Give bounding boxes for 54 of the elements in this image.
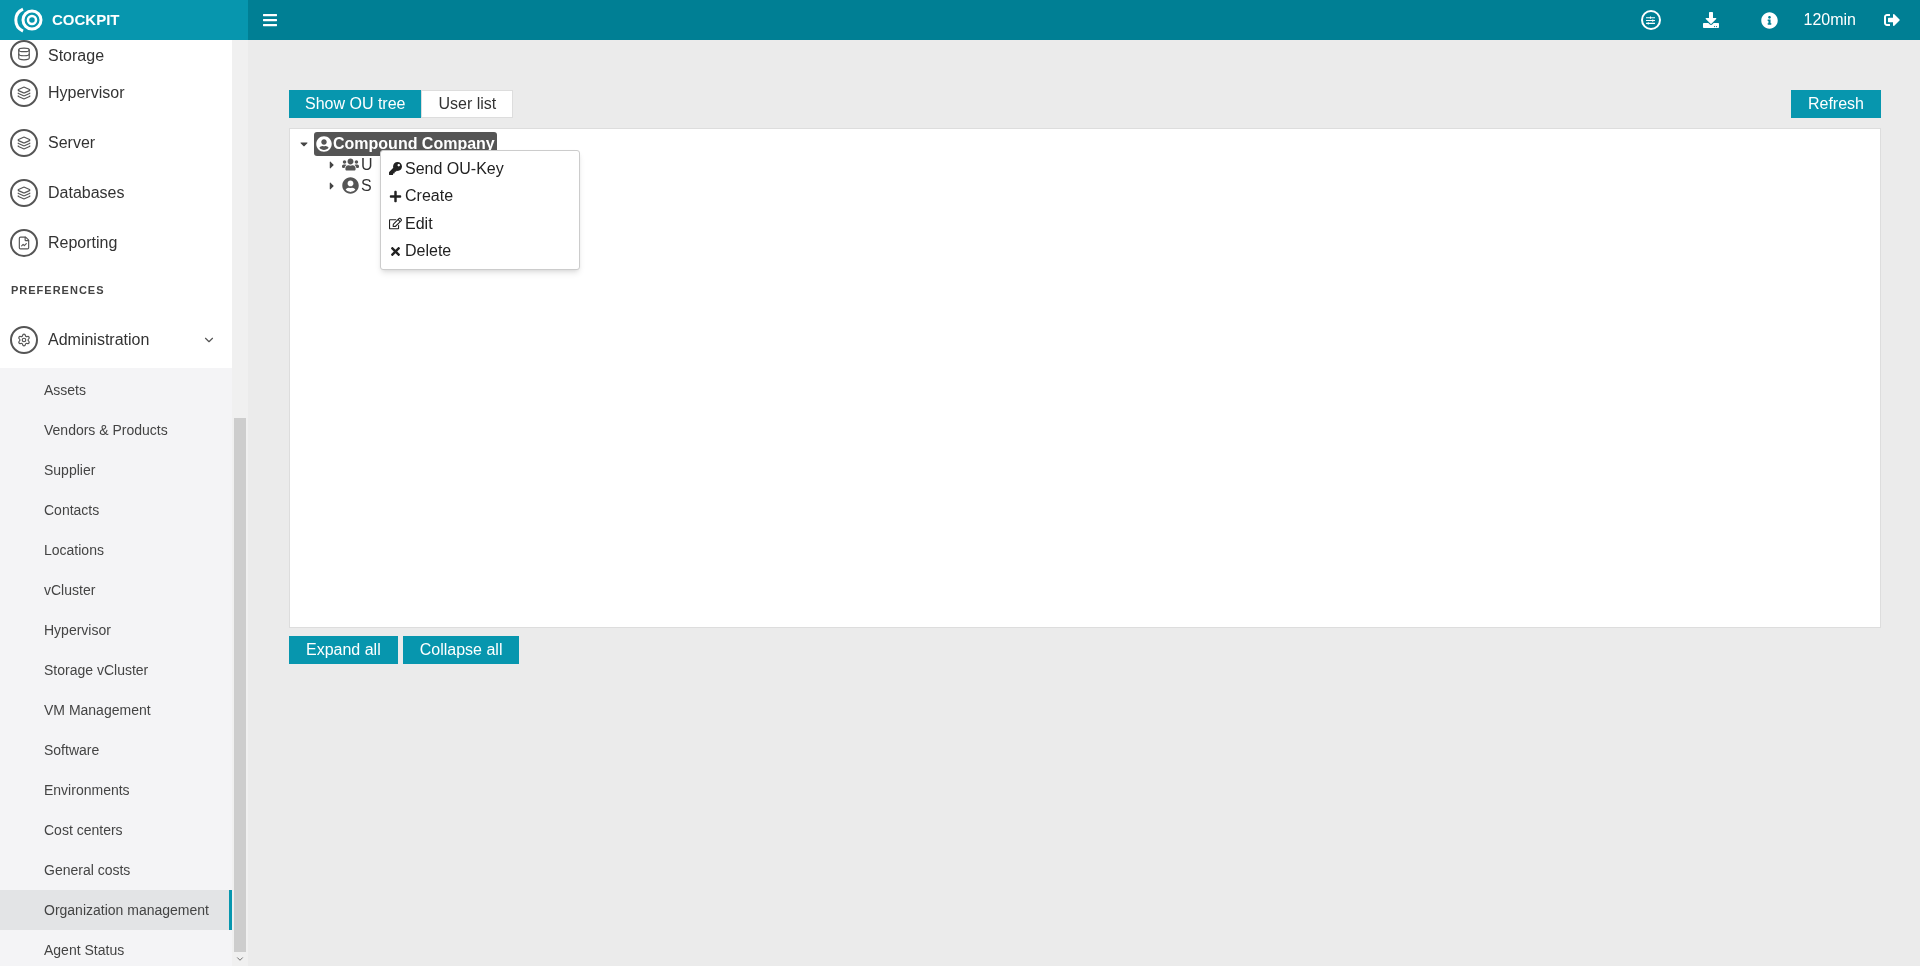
section-heading: PREFERENCES — [11, 282, 105, 298]
report-icon — [10, 229, 38, 257]
layers-icon — [10, 129, 38, 157]
sidebar-subitem[interactable]: Hypervisor — [0, 610, 232, 650]
sidebar-subitem[interactable]: Cost centers — [0, 810, 232, 850]
logo-icon — [14, 5, 44, 35]
sidebar-subitem[interactable]: Vendors & Products — [0, 410, 232, 450]
sidebar-item[interactable]: Server — [0, 118, 232, 168]
scroll-down-icon[interactable] — [235, 954, 245, 964]
sidebar-subitem[interactable]: Agent Status — [0, 930, 232, 966]
database-icon — [10, 40, 38, 68]
tree-button[interactable]: Expand all — [289, 636, 398, 664]
menu-item[interactable]: Create — [381, 182, 579, 210]
sidebar-item[interactable]: Reporting — [0, 218, 232, 268]
sidebar-item[interactable]: Storage — [0, 40, 232, 68]
sidebar-item[interactable]: Databases — [0, 168, 232, 218]
scrollbar[interactable] — [232, 40, 248, 966]
layers-icon — [10, 179, 38, 207]
refresh-button[interactable]: Refresh — [1790, 90, 1881, 118]
sidebar-subitem[interactable]: vCluster — [0, 570, 232, 610]
menu-item[interactable]: Edit — [381, 210, 579, 238]
sliders-icon[interactable] — [1640, 10, 1661, 30]
users-icon — [342, 156, 359, 173]
user-icon — [316, 136, 332, 152]
sidebar-subitem[interactable]: Assets — [0, 370, 232, 410]
download-icon[interactable] — [1702, 12, 1719, 28]
tree-button[interactable]: Collapse all — [402, 636, 520, 664]
sidebar-group[interactable]: Administration — [0, 312, 232, 368]
sidebar-subitem[interactable]: VM Management — [0, 690, 232, 730]
sidebar-subitem[interactable]: Environments — [0, 770, 232, 810]
user-icon — [342, 177, 359, 194]
tab[interactable]: Show OU tree — [289, 90, 422, 118]
plus-icon — [389, 189, 402, 203]
session-timer: 120min — [1803, 10, 1856, 30]
sidebar-subitem[interactable]: Software — [0, 730, 232, 770]
sidebar-subitem[interactable]: Storage vCluster — [0, 650, 232, 690]
gear-icon — [10, 326, 38, 354]
menu-icon[interactable] — [262, 12, 278, 28]
sidebar-subitem[interactable]: Contacts — [0, 490, 232, 530]
key-icon — [389, 162, 402, 176]
tab[interactable]: User list — [421, 90, 514, 118]
sidebar-subitem[interactable]: Locations — [0, 530, 232, 570]
layers-icon — [10, 79, 38, 107]
sidebar-item[interactable]: Hypervisor — [0, 68, 232, 118]
sidebar-subitem[interactable]: General costs — [0, 850, 232, 890]
edit-icon — [389, 217, 402, 231]
menu-item[interactable]: Send OU-Key — [381, 155, 579, 183]
menu-item[interactable]: Delete — [381, 237, 579, 265]
info-icon[interactable] — [1760, 11, 1778, 29]
brand-name: COCKPIT — [52, 9, 120, 30]
delete-icon — [389, 244, 402, 258]
sidebar-subitem[interactable]: Supplier — [0, 450, 232, 490]
sidebar-subitem[interactable]: Organization management — [0, 890, 232, 930]
logout-icon[interactable] — [1884, 12, 1900, 28]
